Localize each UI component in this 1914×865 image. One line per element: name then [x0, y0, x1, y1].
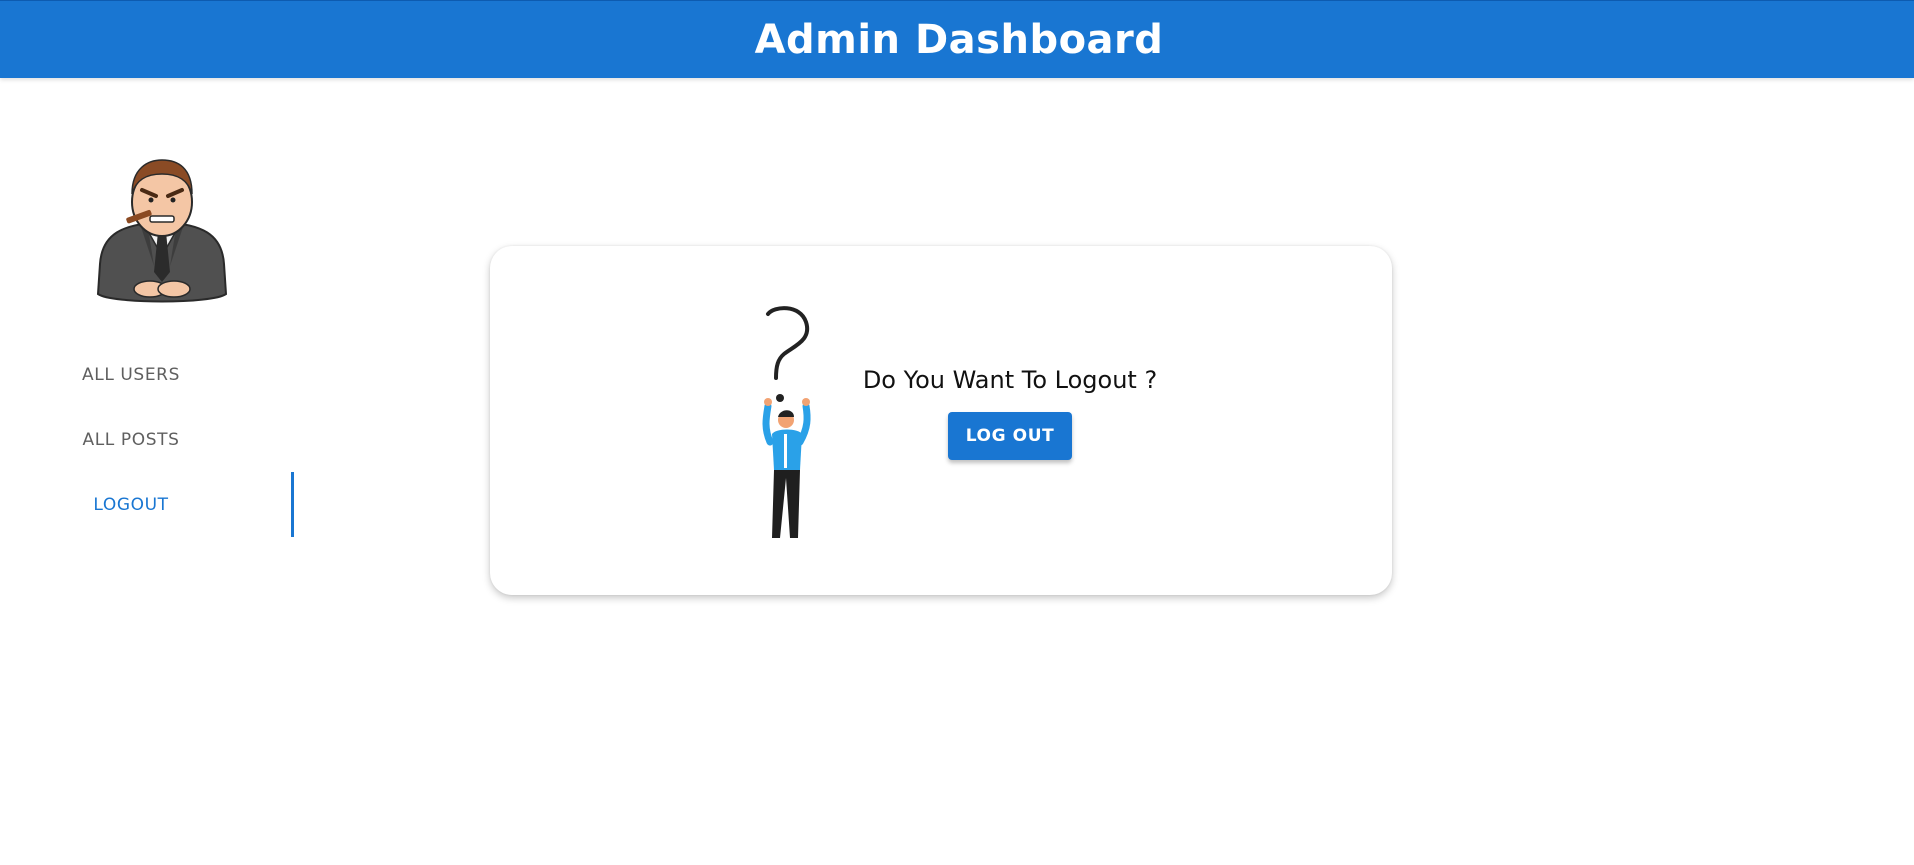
page-title: Admin Dashboard	[754, 16, 1164, 63]
avatar	[92, 154, 232, 304]
sidebar: ALL USERS ALL POSTS LOGOUT	[0, 78, 296, 865]
logout-question: Do You Want To Logout ?	[862, 366, 1158, 394]
sidebar-item-logout[interactable]: LOGOUT	[0, 472, 296, 537]
logout-prompt: Do You Want To Logout ? LOG OUT	[860, 366, 1160, 460]
sidebar-item-label: LOGOUT	[93, 494, 169, 515]
sidebar-item-all-users[interactable]: ALL USERS	[0, 342, 296, 407]
question-mark-person-illustration	[740, 302, 830, 542]
active-tab-indicator	[291, 472, 294, 537]
sidebar-item-label: ALL POSTS	[82, 429, 180, 450]
businessman-avatar-icon	[96, 159, 228, 303]
logout-button[interactable]: LOG OUT	[948, 412, 1072, 460]
app-header: Admin Dashboard	[0, 0, 1914, 78]
sidebar-item-all-posts[interactable]: ALL POSTS	[0, 407, 296, 472]
sidebar-tabs: ALL USERS ALL POSTS LOGOUT	[0, 342, 296, 537]
question-mark-person-icon	[762, 306, 811, 538]
logout-card: Do You Want To Logout ? LOG OUT	[490, 246, 1392, 595]
sidebar-item-label: ALL USERS	[82, 364, 180, 385]
